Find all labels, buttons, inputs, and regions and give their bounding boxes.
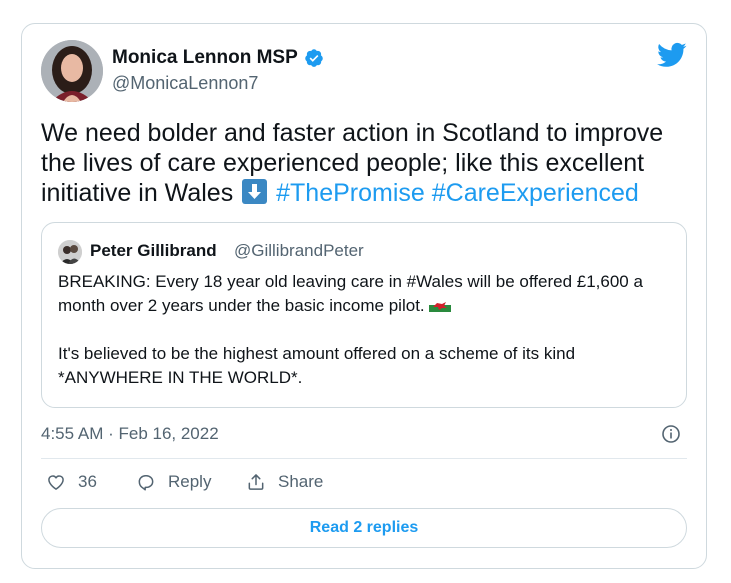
author-handle[interactable]: @MonicaLennon7 (112, 73, 258, 94)
quoted-paragraph-2: It's believed to be the highest amount o… (58, 344, 576, 387)
share-icon (248, 474, 264, 490)
heart-icon (48, 475, 64, 490)
read-replies-button[interactable]: Read 2 replies (41, 508, 687, 548)
hashtag-thepromise[interactable]: #ThePromise (276, 179, 425, 207)
wales-flag-emoji (428, 298, 451, 312)
quoted-tweet-text: BREAKING: Every 18 year old leaving care… (58, 270, 678, 390)
arrow-down-emoji (242, 179, 268, 204)
divider (41, 458, 687, 459)
author-name-row[interactable]: Monica Lennon MSP (112, 47, 324, 69)
reply-button[interactable]: Reply (136, 472, 211, 492)
quoted-paragraph-1: BREAKING: Every 18 year old leaving care… (58, 270, 678, 318)
quoted-author-handle: @GillibrandPeter (234, 241, 364, 260)
hashtag-careexperienced[interactable]: #CareExperienced (432, 179, 639, 207)
verified-badge-icon (305, 49, 323, 67)
reply-icon (138, 475, 154, 491)
share-label: Share (278, 472, 324, 491)
quoted-author-name: Peter Gillibrand (90, 241, 217, 260)
author-avatar[interactable] (41, 40, 103, 102)
tweet-text: We need bolder and faster action in Scot… (41, 118, 691, 208)
quoted-author-avatar (58, 240, 82, 264)
share-button[interactable]: Share (246, 472, 323, 492)
info-icon[interactable] (661, 424, 681, 444)
like-button[interactable]: 36 (46, 472, 97, 492)
like-count: 36 (78, 472, 97, 491)
read-replies-label: Read 2 replies (309, 519, 419, 536)
author-name[interactable]: Monica Lennon MSP (112, 47, 298, 69)
twitter-bird-icon[interactable] (655, 40, 689, 70)
quoted-paragraph-1-text: BREAKING: Every 18 year old leaving care… (58, 272, 643, 315)
tweet-timestamp[interactable]: 4:55 AM · Feb 16, 2022 (41, 424, 219, 444)
reply-label: Reply (168, 472, 212, 491)
